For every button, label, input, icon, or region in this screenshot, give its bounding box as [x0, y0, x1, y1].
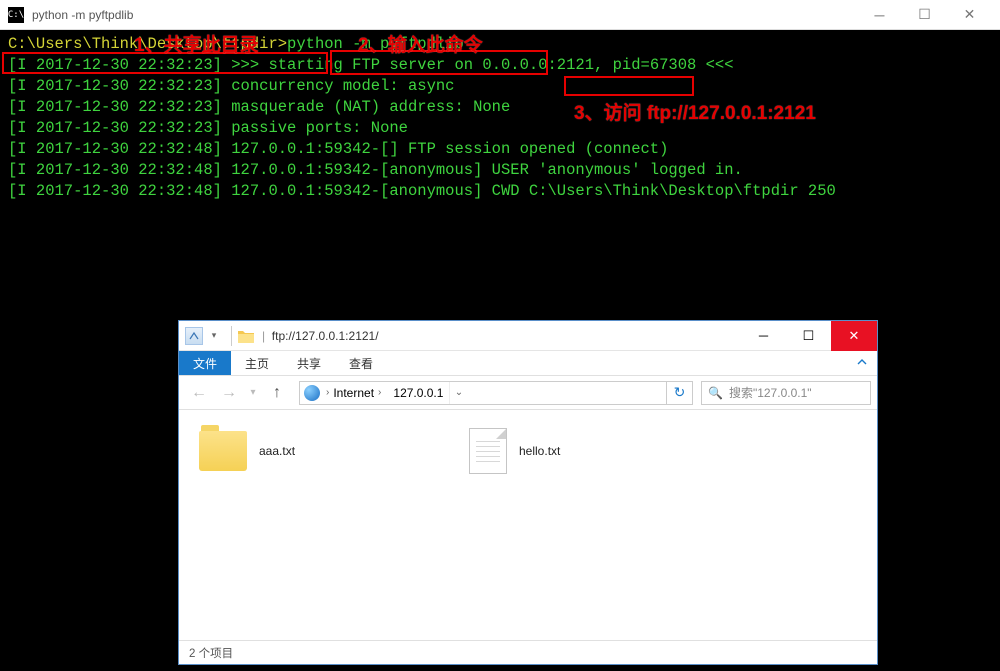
prompt-line: C:\Users\Think\Desktop\ftpdir>python -m … [8, 34, 992, 55]
chevron-right-icon: › [378, 387, 381, 398]
address-segment[interactable]: 127.0.0.1 [387, 382, 449, 404]
exp-close-button[interactable]: ✕ [831, 321, 877, 351]
terminal-body[interactable]: C:\Users\Think\Desktop\ftpdir>python -m … [0, 30, 1000, 206]
search-input[interactable]: 🔍 搜索"127.0.0.1" [701, 381, 871, 405]
terminal-line: [I 2017-12-30 22:32:48] 127.0.0.1:59342-… [8, 139, 992, 160]
terminal-title: python -m pyftpdlib [32, 8, 857, 22]
tab-home[interactable]: 主页 [231, 351, 283, 375]
status-bar: 2 个项目 [179, 640, 877, 664]
search-placeholder: 搜索"127.0.0.1" [729, 384, 812, 401]
terminal-line: [I 2017-12-30 22:32:48] 127.0.0.1:59342-… [8, 160, 992, 181]
terminal-line: [I 2017-12-30 22:32:23] passive ports: N… [8, 118, 992, 139]
close-button[interactable]: ✕ [947, 0, 992, 30]
exp-maximize-button[interactable]: ☐ [786, 321, 831, 351]
terminal-titlebar: C:\ python -m pyftpdlib ─ ☐ ✕ [0, 0, 1000, 30]
file-item[interactable]: hello.txt [469, 428, 709, 474]
folder-icon [238, 328, 254, 344]
file-label: aaa.txt [259, 444, 295, 458]
item-count: 2 个项目 [189, 645, 233, 661]
quick-access-dropdown-icon[interactable]: ▾ [205, 327, 223, 345]
separator [231, 326, 232, 346]
ribbon: 文件 主页 共享 查看 [179, 351, 877, 376]
up-button[interactable]: ↑ [263, 380, 291, 406]
chevron-right-icon: › [326, 387, 329, 398]
tab-share[interactable]: 共享 [283, 351, 335, 375]
file-label: hello.txt [519, 444, 560, 458]
forward-button[interactable]: → [215, 380, 243, 406]
terminal-line: [I 2017-12-30 22:32:48] 127.0.0.1:59342-… [8, 181, 992, 202]
explorer-titlebar[interactable]: ▾ | ftp://127.0.0.1:2121/ ─ ☐ ✕ [179, 321, 877, 351]
address-bar[interactable]: ›Internet› 127.0.0.1 ⌄ ↻ [299, 381, 693, 405]
tab-file[interactable]: 文件 [179, 351, 231, 375]
recent-dropdown[interactable]: ▾ [245, 380, 261, 406]
tab-view[interactable]: 查看 [335, 351, 387, 375]
ribbon-expand-icon[interactable] [847, 351, 877, 375]
prompt-path: C:\Users\Think\Desktop\ftpdir> [8, 35, 287, 53]
terminal-line: [I 2017-12-30 22:32:23] masquerade (NAT)… [8, 97, 992, 118]
back-button[interactable]: ← [185, 380, 213, 406]
quick-access-icon[interactable] [185, 327, 203, 345]
terminal-line: [I 2017-12-30 22:32:23] >>> starting FTP… [8, 55, 992, 76]
folder-icon [199, 431, 247, 471]
address-dropdown-icon[interactable]: ⌄ [449, 382, 467, 404]
explorer-window: ▾ | ftp://127.0.0.1:2121/ ─ ☐ ✕ 文件 主页 共享… [178, 320, 878, 665]
command-text: python -m pyftpdlib [287, 35, 464, 53]
refresh-button[interactable]: ↻ [666, 382, 692, 404]
cmd-icon: C:\ [8, 7, 24, 23]
maximize-button[interactable]: ☐ [902, 0, 947, 30]
search-icon: 🔍 [708, 386, 723, 400]
document-icon [469, 428, 507, 474]
exp-minimize-button[interactable]: ─ [741, 321, 786, 351]
globe-icon [304, 385, 320, 401]
file-view[interactable]: aaa.txt hello.txt [179, 410, 877, 640]
minimize-button[interactable]: ─ [857, 0, 902, 30]
terminal-line: [I 2017-12-30 22:32:23] concurrency mode… [8, 76, 992, 97]
file-item[interactable]: aaa.txt [199, 428, 439, 474]
address-segment[interactable]: ›Internet› [320, 382, 387, 404]
navbar: ← → ▾ ↑ ›Internet› 127.0.0.1 ⌄ ↻ 🔍 搜索"12… [179, 376, 877, 410]
explorer-title: | ftp://127.0.0.1:2121/ [258, 329, 741, 343]
